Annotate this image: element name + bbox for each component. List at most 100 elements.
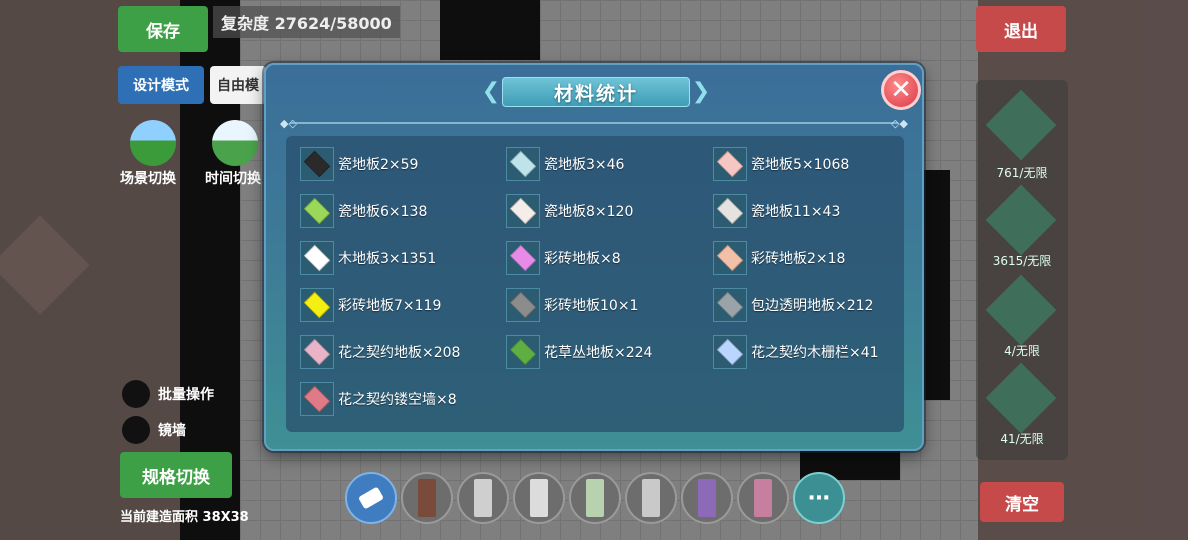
wall-icon bbox=[642, 479, 660, 517]
tile-swatch bbox=[303, 150, 331, 178]
toolbar-slot[interactable] bbox=[569, 472, 621, 524]
side-inventory-panel: 761/无限 3615/无限 4/无限 41/无限 bbox=[976, 80, 1068, 460]
time-switch-icon[interactable] bbox=[212, 120, 258, 166]
material-label: 瓷地板11×43 bbox=[751, 204, 841, 220]
material-item: 木地板3×1351 bbox=[300, 241, 436, 275]
material-label: 花之契约镂空墙×8 bbox=[338, 392, 457, 408]
inventory-count: 761/无限 bbox=[996, 166, 1048, 180]
tile-swatch bbox=[509, 291, 537, 319]
material-item: 花之契约地板×208 bbox=[300, 335, 460, 369]
material-label: 彩砖地板10×1 bbox=[544, 298, 639, 314]
inventory-count: 3615/无限 bbox=[992, 254, 1052, 268]
toolbar-slot[interactable] bbox=[737, 472, 789, 524]
material-item: 花草丛地板×224 bbox=[506, 335, 652, 369]
material-label: 瓷地板5×1068 bbox=[751, 157, 850, 173]
material-label: 花之契约地板×208 bbox=[338, 345, 461, 361]
tile-swatch bbox=[303, 338, 331, 366]
divider-ornament-icon: ◇◆ bbox=[891, 117, 908, 130]
eraser-icon bbox=[357, 486, 385, 510]
material-item: 瓷地板3×46 bbox=[506, 147, 624, 181]
material-tile-icon bbox=[506, 147, 540, 181]
material-item: 花之契约木栅栏×41 bbox=[713, 335, 879, 369]
material-tile-icon bbox=[713, 241, 747, 275]
material-label: 彩砖地板×8 bbox=[544, 251, 621, 267]
material-item: 彩砖地板2×18 bbox=[713, 241, 845, 275]
material-label: 彩砖地板7×119 bbox=[338, 298, 442, 314]
material-tile-icon bbox=[300, 288, 334, 322]
material-tile-icon bbox=[300, 335, 334, 369]
ornament-left-icon: ❮ bbox=[481, 79, 501, 104]
tile-swatch bbox=[303, 197, 331, 225]
material-label: 花草丛地板×224 bbox=[544, 345, 653, 361]
exit-button[interactable]: 退出 bbox=[976, 6, 1066, 52]
material-item: 花之契约镂空墙×8 bbox=[300, 382, 457, 416]
tile-swatch bbox=[509, 197, 537, 225]
material-item: 瓷地板11×43 bbox=[713, 194, 840, 228]
material-item: 瓷地板8×120 bbox=[506, 194, 633, 228]
material-tile-icon bbox=[300, 147, 334, 181]
material-tile-icon bbox=[300, 194, 334, 228]
material-tile-icon bbox=[506, 194, 540, 228]
tile-swatch bbox=[509, 150, 537, 178]
batch-toggle[interactable] bbox=[122, 380, 150, 408]
material-tile-icon bbox=[713, 147, 747, 181]
material-label: 瓷地板3×46 bbox=[544, 157, 625, 173]
wall-icon bbox=[586, 479, 604, 517]
material-label: 彩砖地板2×18 bbox=[751, 251, 846, 267]
time-switch-label: 时间切换 bbox=[205, 171, 261, 187]
inventory-item[interactable] bbox=[985, 89, 1057, 161]
material-tile-icon bbox=[506, 241, 540, 275]
more-button[interactable]: ⋯ bbox=[793, 472, 845, 524]
tile-swatch bbox=[716, 150, 744, 178]
material-label: 瓷地板2×59 bbox=[338, 157, 419, 173]
toolbar-slot[interactable] bbox=[681, 472, 733, 524]
material-item: 彩砖地板7×119 bbox=[300, 288, 441, 322]
inventory-count: 41/无限 bbox=[1000, 432, 1044, 446]
tile-swatch bbox=[716, 291, 744, 319]
inventory-item[interactable] bbox=[985, 274, 1057, 346]
material-item: 瓷地板2×59 bbox=[300, 147, 418, 181]
scene-switch-icon[interactable] bbox=[130, 120, 176, 166]
tile-swatch bbox=[509, 338, 537, 366]
wall-icon bbox=[530, 479, 548, 517]
spec-switch-button[interactable]: 规格切换 bbox=[120, 452, 232, 498]
material-list: 瓷地板2×59 瓷地板3×46 瓷地板5×1068 瓷地板6×138 瓷地板8×120 瓷… bbox=[286, 136, 904, 432]
ornament-right-icon: ❯ bbox=[691, 79, 711, 104]
tile-swatch bbox=[303, 244, 331, 272]
toolbar-slot[interactable] bbox=[401, 472, 453, 524]
tile-swatch bbox=[716, 197, 744, 225]
save-button[interactable]: 保存 bbox=[118, 6, 208, 52]
wall-icon bbox=[698, 479, 716, 517]
tile-swatch bbox=[716, 338, 744, 366]
material-item: 彩砖地板×8 bbox=[506, 241, 621, 275]
mirror-toggle[interactable] bbox=[122, 416, 150, 444]
material-item: 瓷地板6×138 bbox=[300, 194, 427, 228]
material-label: 瓷地板6×138 bbox=[338, 204, 428, 220]
scene-switch-label: 场景切换 bbox=[120, 171, 176, 187]
clear-button[interactable]: 清空 bbox=[980, 482, 1064, 522]
tile-swatch bbox=[303, 291, 331, 319]
inventory-item[interactable] bbox=[985, 184, 1057, 256]
design-mode-button[interactable]: 设计模式 bbox=[118, 66, 204, 104]
tile-swatch bbox=[303, 385, 331, 413]
tool-bar: ⋯ bbox=[345, 472, 845, 528]
wall-icon bbox=[474, 479, 492, 517]
material-tile-icon bbox=[300, 382, 334, 416]
tile-swatch bbox=[716, 244, 744, 272]
free-mode-button[interactable]: 自由模 bbox=[210, 66, 266, 104]
batch-label: 批量操作 bbox=[158, 387, 214, 403]
inventory-item[interactable] bbox=[985, 362, 1057, 434]
build-area-text: 当前建造面积 38X38 bbox=[120, 510, 249, 525]
toolbar-slot[interactable] bbox=[457, 472, 509, 524]
material-tile-icon bbox=[506, 335, 540, 369]
inventory-count: 4/无限 bbox=[1004, 344, 1040, 358]
toolbar-slot[interactable] bbox=[513, 472, 565, 524]
material-item: 彩砖地板10×1 bbox=[506, 288, 638, 322]
material-label: 木地板3×1351 bbox=[338, 251, 437, 267]
material-tile-icon bbox=[713, 335, 747, 369]
toolbar-slot[interactable] bbox=[625, 472, 677, 524]
close-button[interactable]: ✕ bbox=[881, 70, 921, 110]
eraser-tool[interactable] bbox=[345, 472, 397, 524]
material-tile-icon bbox=[506, 288, 540, 322]
close-x-icon: ✕ bbox=[890, 75, 912, 105]
